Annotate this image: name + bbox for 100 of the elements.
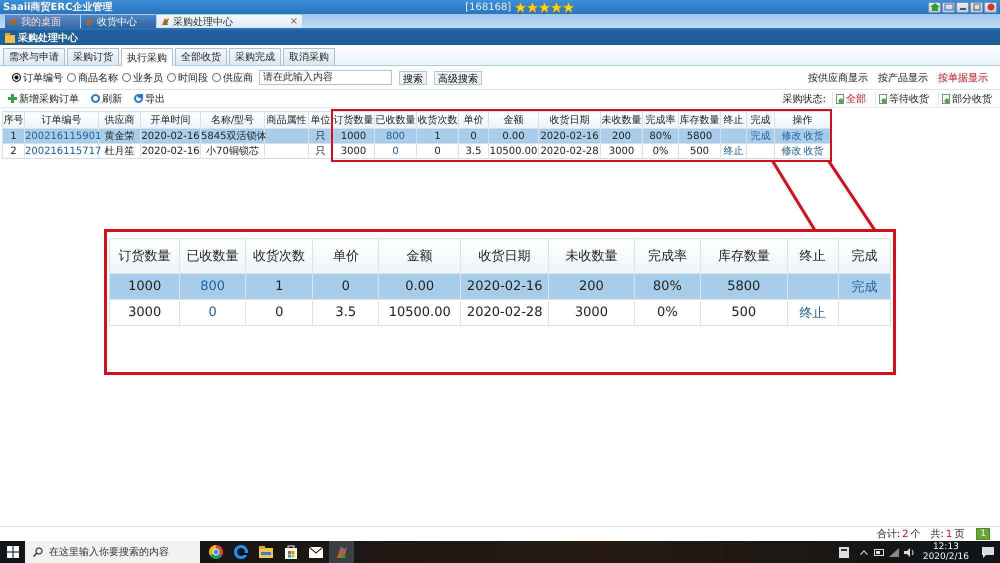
radio-button[interactable] — [67, 73, 76, 82]
column-header[interactable]: 单位 — [308, 112, 332, 128]
tab[interactable]: 全部收货 — [175, 48, 227, 65]
home-icon[interactable] — [928, 2, 942, 12]
document-icon — [879, 94, 887, 104]
action-link[interactable]: 修改 — [782, 131, 802, 142]
plus-icon — [8, 94, 17, 103]
status-filter[interactable]: 等待收货 — [875, 92, 932, 106]
order-link[interactable]: 200216115901 — [25, 130, 102, 142]
radio-option[interactable]: 供应商 — [212, 70, 253, 84]
table-cell: 3.5 — [458, 144, 488, 158]
radio-button[interactable] — [122, 73, 131, 82]
pages-unit: 页 — [954, 528, 964, 541]
column-header[interactable]: 供应商 — [98, 112, 140, 128]
table-cell: 0 — [245, 300, 313, 326]
column-header[interactable]: 订货数量 — [332, 112, 374, 128]
table-cell: 1 — [2, 128, 24, 144]
toolbar-button[interactable]: 新增采购订单 — [5, 92, 82, 106]
order-link[interactable]: 200216115717 — [25, 146, 102, 156]
view-link[interactable]: 按单据显示 — [938, 70, 988, 84]
column-header[interactable]: 已收数量 — [374, 112, 416, 128]
status-filter[interactable]: 全部 — [832, 92, 869, 106]
column-header[interactable]: 单价 — [458, 112, 488, 128]
column-header[interactable]: 终止 — [720, 112, 746, 128]
table-cell: 0 — [458, 128, 488, 144]
column-header: 金额 — [378, 238, 461, 274]
radio-button[interactable] — [167, 73, 176, 82]
stars-icon — [515, 2, 576, 12]
close-icon[interactable] — [984, 2, 998, 12]
action-link[interactable]: 收货 — [804, 131, 824, 142]
clock-time[interactable]: 12:13 — [932, 542, 959, 552]
column-header: 完成率 — [634, 238, 700, 274]
table-cell: 10500.00 — [488, 144, 538, 158]
document-tab[interactable]: 我的桌面 — [5, 15, 80, 28]
status-filter[interactable]: 部分收货 — [938, 92, 995, 106]
maximize-icon[interactable] — [970, 2, 984, 12]
column-header[interactable]: 收货次数 — [416, 112, 458, 128]
radio-option[interactable]: 订单编号 — [12, 70, 63, 84]
document-tab[interactable]: 收货中心 — [81, 15, 156, 28]
tab[interactable]: 采购订货 — [67, 48, 119, 65]
column-header[interactable]: 商品属性 — [264, 112, 308, 128]
table-cell: 3000 — [548, 300, 634, 326]
column-header: 收货次数 — [245, 238, 313, 274]
table-cell: 只 — [308, 144, 332, 158]
column-header[interactable]: 完成率 — [642, 112, 678, 128]
table-cell: 200 — [600, 128, 642, 144]
clock-date[interactable]: 2020/2/16 — [922, 552, 969, 562]
refresh-icon — [91, 94, 100, 103]
action-link[interactable]: 修改 — [782, 146, 802, 157]
view-link[interactable]: 按供应商显示 — [808, 70, 868, 84]
radio-option[interactable]: 商品名称 — [67, 70, 118, 84]
toolbar-button[interactable]: 导出 — [131, 92, 168, 106]
window-icon[interactable] — [942, 2, 956, 12]
column-header[interactable]: 未收数量 — [600, 112, 642, 128]
column-header[interactable]: 开单时间 — [140, 112, 200, 128]
minimize-icon[interactable] — [956, 2, 970, 12]
table-cell: 1 — [416, 128, 458, 144]
view-link[interactable]: 按产品显示 — [878, 70, 928, 84]
close-tab-button[interactable]: × — [290, 16, 298, 27]
table-cell: 小70铜锁芯 — [200, 144, 264, 158]
table-cell: 3000 — [600, 144, 642, 158]
column-header[interactable]: 库存数量 — [678, 112, 720, 128]
radio-option[interactable]: 时间段 — [167, 70, 208, 84]
column-header[interactable]: 操作 — [774, 112, 830, 128]
column-header[interactable]: 收货日期 — [538, 112, 600, 128]
app-icon — [161, 17, 170, 26]
radio-button[interactable] — [12, 73, 21, 82]
table-cell: 2020-02-16 — [140, 128, 200, 144]
column-header: 库存数量 — [700, 238, 788, 274]
tab[interactable]: 执行采购 — [121, 48, 173, 66]
radio-button[interactable] — [212, 73, 221, 82]
search-button[interactable]: 搜索 — [399, 70, 427, 84]
table-cell: 2020-02-28 — [538, 144, 600, 158]
search-field[interactable]: 请在此输入内容 — [259, 70, 392, 85]
table-cell: 3.5 — [312, 300, 379, 326]
table-cell: 80% — [642, 128, 678, 144]
tab[interactable]: 需求与申请 — [3, 48, 65, 65]
action-link[interactable]: 收货 — [804, 146, 824, 157]
table-cell: 0.00 — [378, 274, 461, 300]
received-link[interactable]: 0 — [392, 146, 399, 156]
table-row[interactable]: 2 200216115717 杜月笙 2020-02-16 小70铜锁芯 只 3000 0 0 3.5 10500.00 2020-02-28 3000 0% 500 终止 修改 收货 — [2, 144, 830, 158]
column-header[interactable]: 金额 — [488, 112, 538, 128]
table-row[interactable]: 1 200216115901 黄金荣 2020-02-16 5845双活锁体 只 1000 800 1 0 0.00 2020-02-16 200 80% 5800 完成 修改 收货 — [2, 128, 830, 144]
taskbar-search-field[interactable]: 在这里输入你要搜索的内容 — [25, 541, 200, 563]
search-button[interactable]: 高级搜索 — [434, 70, 482, 84]
table-cell: 0 — [312, 274, 379, 300]
radio-option[interactable]: 业务员 — [122, 70, 163, 84]
column-header: 订货数量 — [110, 238, 180, 274]
tab[interactable]: 采购完成 — [229, 48, 281, 65]
tab[interactable]: 取消采购 — [283, 48, 335, 65]
column-header[interactable]: 序号 — [2, 112, 24, 128]
column-header: 完成 — [838, 238, 890, 274]
document-tab[interactable]: 采购处理中心 × — [157, 15, 302, 28]
toolbar-button[interactable]: 刷新 — [88, 92, 125, 106]
table-cell: 500 — [700, 300, 788, 326]
column-header[interactable]: 订单编号 — [24, 112, 98, 128]
column-header[interactable]: 完成 — [746, 112, 774, 128]
table-cell: 2020-02-16 — [460, 274, 549, 300]
export-icon — [134, 94, 143, 103]
column-header[interactable]: 名称/型号 — [200, 112, 264, 128]
